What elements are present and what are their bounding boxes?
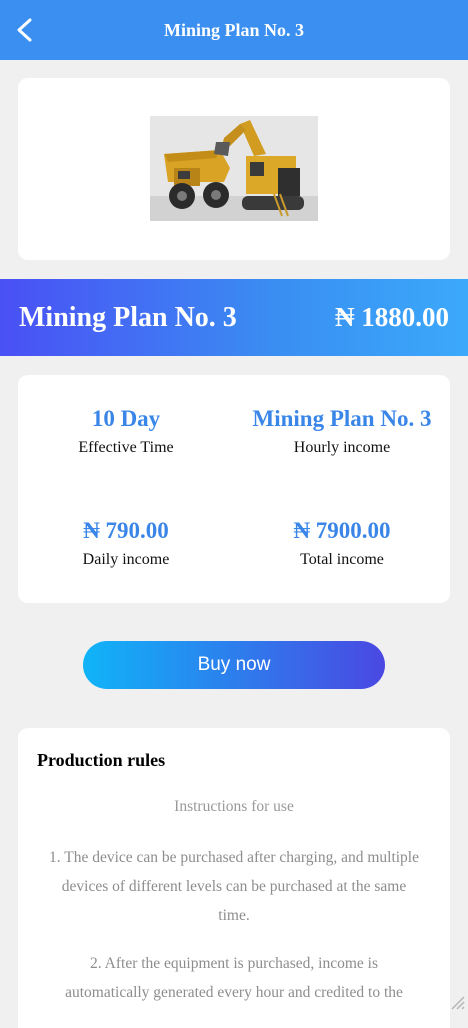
plan-price: ₦ 1880.00 (335, 302, 449, 332)
plan-name: Mining Plan No. 3 (19, 301, 237, 333)
rules-title: Production rules (37, 750, 166, 770)
stat-label: Daily income (82, 551, 170, 568)
stat-value: ₦ 790.00 (83, 518, 169, 543)
stat-hourly-income: Mining Plan No. 3 Hourly income (234, 405, 450, 457)
stat-value: Mining Plan No. 3 (252, 406, 432, 431)
buy-now-button[interactable]: Buy now (83, 641, 385, 689)
product-image-card (18, 78, 450, 260)
resize-handle-icon[interactable] (448, 993, 466, 1011)
chevron-left-icon[interactable] (14, 18, 38, 42)
stat-daily-income: ₦ 790.00 Daily income (18, 517, 234, 569)
rules-subtitle: Instructions for use (174, 798, 294, 815)
stat-total-income: ₦ 7900.00 Total income (234, 517, 450, 569)
rules-paragraph: 1. The device can be purchased after cha… (49, 849, 419, 924)
stat-effective-time: 10 Day Effective Time (18, 405, 234, 457)
top-bar: Mining Plan No. 3 (0, 0, 468, 60)
stats-card: 10 Day Effective Time Mining Plan No. 3 … (18, 375, 450, 603)
stat-label: Hourly income (293, 439, 391, 456)
rules-paragraph: 2. After the equipment is purchased, inc… (65, 955, 403, 1001)
mining-machinery-image (150, 116, 318, 221)
plan-banner: Mining Plan No. 3 ₦ 1880.00 (0, 279, 468, 356)
stat-value: ₦ 7900.00 (293, 518, 391, 543)
production-rules-card: Production rules Instructions for use 1.… (18, 728, 450, 1028)
stat-label: Effective Time (78, 439, 174, 456)
page-title: Mining Plan No. 3 (163, 19, 305, 40)
stat-value: 10 Day (91, 406, 161, 431)
stat-label: Total income (300, 551, 384, 568)
